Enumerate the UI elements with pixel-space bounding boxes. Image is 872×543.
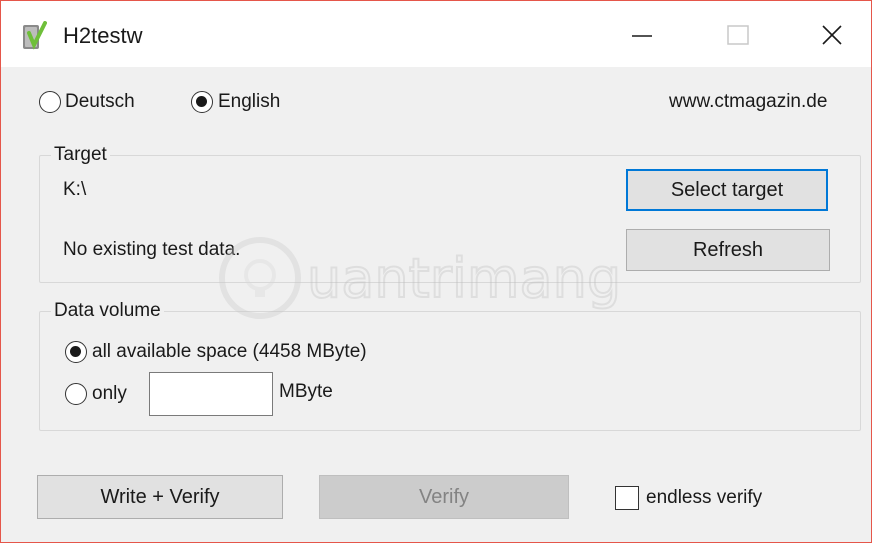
maximize-icon bbox=[727, 25, 749, 45]
radio-deutsch-label[interactable]: Deutsch bbox=[65, 91, 135, 113]
target-status: No existing test data. bbox=[63, 239, 241, 260]
radio-all-space[interactable] bbox=[65, 341, 87, 363]
close-icon bbox=[822, 25, 842, 45]
radio-all-space-label[interactable]: all available space (4458 MByte) bbox=[92, 341, 367, 363]
radio-only[interactable] bbox=[65, 383, 87, 405]
endless-verify-label[interactable]: endless verify bbox=[646, 487, 762, 509]
only-mbyte-input[interactable] bbox=[149, 372, 273, 416]
close-button[interactable] bbox=[807, 15, 857, 55]
maximize-button[interactable] bbox=[713, 15, 763, 55]
window-title: H2testw bbox=[63, 23, 143, 48]
mbyte-unit-label: MByte bbox=[279, 381, 333, 402]
radio-english[interactable] bbox=[191, 91, 213, 113]
radio-english-label[interactable]: English bbox=[218, 91, 280, 113]
radio-deutsch[interactable] bbox=[39, 91, 61, 113]
h2testw-window: H2testw Deutsch English www.ctmagazin.de… bbox=[0, 0, 872, 543]
write-verify-button[interactable]: Write + Verify bbox=[37, 475, 283, 519]
select-target-button[interactable]: Select target bbox=[626, 169, 828, 211]
endless-verify-checkbox[interactable] bbox=[615, 486, 639, 510]
data-volume-group-title: Data volume bbox=[51, 300, 164, 322]
title-bar[interactable]: H2testw bbox=[1, 1, 871, 67]
target-group-title: Target bbox=[51, 144, 110, 166]
website-label: www.ctmagazin.de bbox=[669, 91, 828, 112]
verify-button[interactable]: Verify bbox=[319, 475, 569, 519]
radio-only-label[interactable]: only bbox=[92, 383, 127, 405]
minimize-icon bbox=[632, 35, 652, 37]
h2testw-app-icon bbox=[23, 21, 47, 50]
minimize-button[interactable] bbox=[617, 15, 667, 55]
refresh-button[interactable]: Refresh bbox=[626, 229, 830, 271]
target-path: K:\ bbox=[63, 179, 87, 200]
